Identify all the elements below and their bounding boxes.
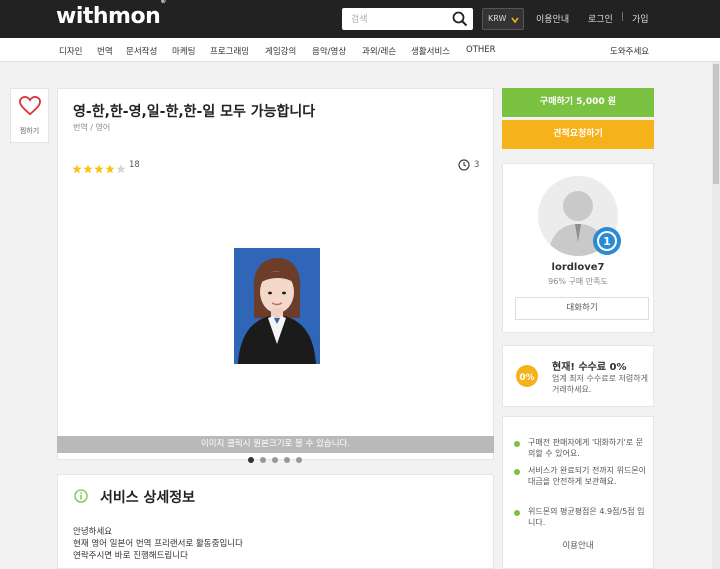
rank-badge-icon: 1	[593, 227, 621, 255]
service-card: 영-한,한-영,일-한,한-일 모두 가능합니다 번역 / 영어 18 3 이미…	[57, 88, 494, 460]
seller-name[interactable]: lordlove7	[503, 262, 653, 273]
usage-guide-link[interactable]: 이용안내	[503, 539, 653, 551]
category-game-lessons[interactable]: 게임강의	[265, 45, 296, 57]
fee-badge-text: 0%	[519, 373, 534, 383]
like-label: 찜하기	[19, 127, 40, 135]
seller-satisfaction: 96% 구매 만족도	[548, 277, 608, 286]
guide-link[interactable]: 이용안내	[536, 12, 569, 25]
notice-text: 구매전 판매자에게 '대화하기'로 문의할 수 있어요.	[528, 438, 644, 458]
service-photo[interactable]	[234, 248, 320, 364]
bullet-icon	[514, 441, 520, 447]
currency-value: KRW	[488, 14, 507, 23]
withmon-logo[interactable]: withmon®	[56, 0, 166, 29]
portrait-image	[234, 248, 320, 364]
help-link[interactable]: 도와주세요	[610, 45, 649, 57]
service-category[interactable]: 번역 / 영어	[73, 122, 110, 133]
service-detail: 서비스 상세정보 안녕하세요 현재 영어 일본어 번역 프리랜서로 활동중입니다…	[57, 474, 494, 569]
buy-button[interactable]: 구매하기 5,000 원	[502, 88, 654, 117]
image-caption: 이미지 클릭시 원본크기로 볼 수 있습니다.	[57, 436, 494, 453]
star-icon	[72, 164, 82, 174]
rating-stars	[72, 159, 127, 174]
chat-button[interactable]: 대화하기	[515, 297, 649, 320]
currency-select[interactable]: KRW	[482, 8, 524, 30]
chevron-down-icon	[511, 17, 519, 24]
zero-percent-icon: 0%	[516, 365, 538, 387]
review-count: 18	[129, 160, 140, 170]
star-icon	[94, 164, 104, 174]
detail-line: 연락주시면 바로 진행해드립니다	[73, 551, 188, 561]
category-programming[interactable]: 프로그래밍	[210, 45, 249, 57]
category-nav: 디자인 번역 문서작성 마케팅 프로그래밍 게임강의 음악/영상 과외/레슨 생…	[0, 38, 720, 62]
login-link[interactable]: 로그인	[588, 12, 613, 25]
fee-description: 업계 최저 수수료로 저렴하게 거래하세요.	[552, 374, 648, 394]
bullet-icon	[514, 510, 520, 516]
slide-dot[interactable]	[248, 457, 254, 463]
top-header: withmon® 검색 KRW 이용안내 로그인 | 가입	[0, 0, 720, 38]
page-scrollbar[interactable]	[712, 62, 720, 569]
signup-link[interactable]: 가입	[632, 12, 649, 25]
detail-title: 서비스 상세정보	[100, 490, 196, 506]
star-icon	[116, 164, 126, 174]
clock-icon	[458, 159, 470, 171]
star-icon	[105, 164, 115, 174]
slide-indicator	[248, 457, 308, 465]
heart-icon	[19, 96, 41, 116]
detail-line: 안녕하세요	[73, 527, 113, 537]
bullet-icon	[514, 469, 520, 475]
seller-card: 1 lordlove7 96% 구매 만족도 대화하기	[502, 163, 654, 333]
like-button[interactable]: 찜하기	[10, 88, 49, 143]
category-tutoring[interactable]: 과외/레슨	[362, 45, 396, 57]
category-documents[interactable]: 문서작성	[126, 45, 157, 57]
logo-registered-mark: ®	[160, 0, 166, 5]
slide-dot[interactable]	[284, 457, 290, 463]
notice-text: 위드몬의 평균평점은 4.9점/5점 입니다.	[528, 507, 645, 527]
rank-number: 1	[603, 235, 611, 248]
fee-banner: 0% 현재! 수수료 0% 업계 최저 수수료로 저렴하게 거래하세요.	[502, 345, 654, 407]
fee-title: 현재! 수수료 0%	[552, 362, 627, 373]
scrollbar-thumb[interactable]	[713, 64, 719, 184]
slide-dot[interactable]	[272, 457, 278, 463]
delivery-days: 3	[474, 160, 480, 170]
notice-text: 서비스가 완료되기 전까지 위드몬이 대금을 안전하게 보관해요.	[528, 466, 647, 486]
detail-line: 현재 영어 일본어 번역 프리랜서로 활동중입니다	[73, 539, 243, 549]
slide-dot[interactable]	[296, 457, 302, 463]
category-life-services[interactable]: 생활서비스	[411, 45, 450, 57]
header-divider: |	[621, 12, 625, 22]
category-music-video[interactable]: 음악/영상	[312, 45, 346, 57]
quote-request-button[interactable]: 견적요청하기	[502, 120, 654, 149]
service-title: 영-한,한-영,일-한,한-일 모두 가능합니다	[73, 104, 316, 120]
search-box[interactable]: 검색	[342, 8, 473, 30]
category-marketing[interactable]: 마케팅	[172, 45, 195, 57]
search-input[interactable]: 검색	[351, 12, 368, 25]
category-other[interactable]: OTHER	[466, 45, 496, 55]
star-icon	[83, 164, 93, 174]
notice-card: 구매전 판매자에게 '대화하기'로 문의할 수 있어요. 서비스가 완료되기 전…	[502, 416, 654, 569]
search-icon[interactable]	[451, 10, 469, 28]
info-icon	[74, 489, 88, 503]
slide-dot[interactable]	[260, 457, 266, 463]
category-translation[interactable]: 번역	[97, 45, 113, 57]
category-design[interactable]: 디자인	[59, 45, 82, 57]
logo-text: withmon	[56, 4, 161, 29]
